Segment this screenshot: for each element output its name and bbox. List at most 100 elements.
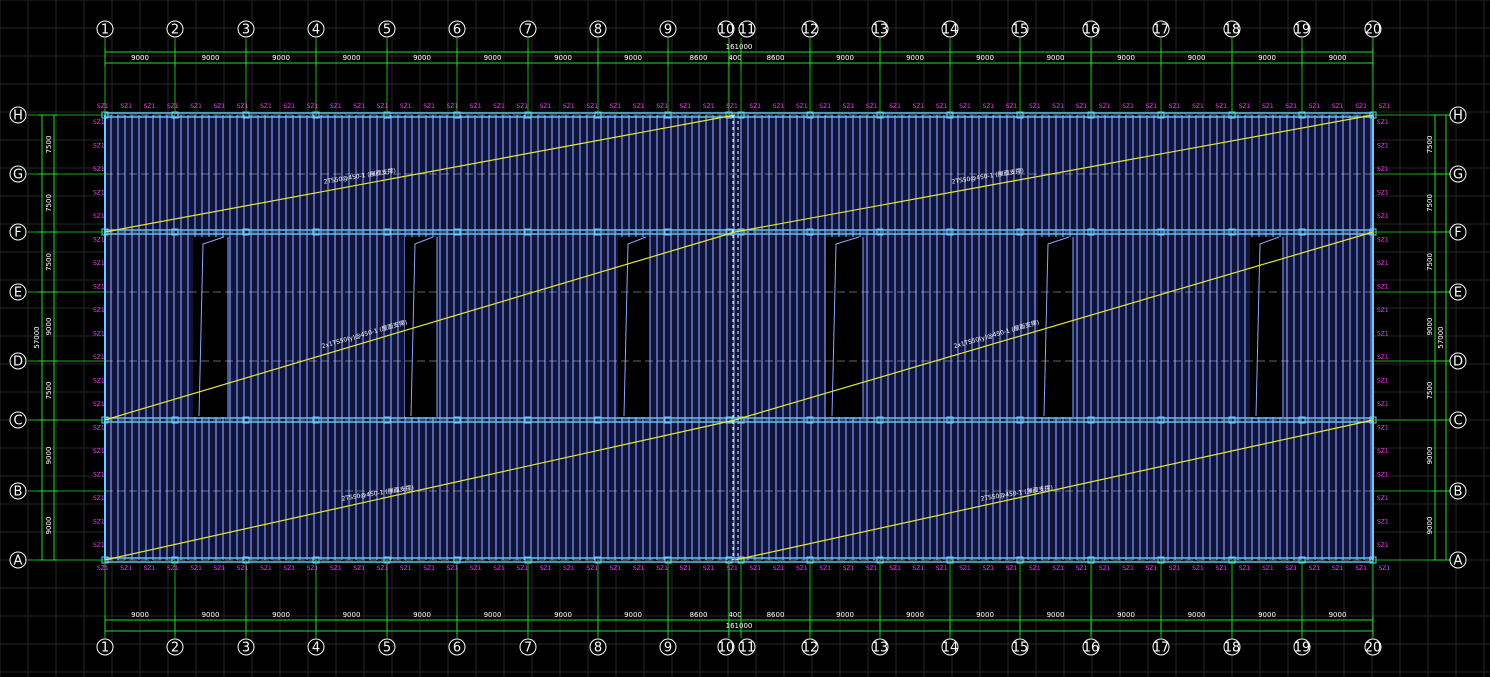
member-tag: SZ1 <box>93 378 105 385</box>
purlin-lines <box>105 115 1373 560</box>
member-tag: SZ1 <box>1192 103 1204 110</box>
column-axis-top-label: 9 <box>664 23 672 38</box>
column-axis-top-label: 5 <box>383 23 391 38</box>
member-tag: SZ1 <box>330 565 342 572</box>
member-tag: SZ1 <box>796 103 808 110</box>
member-tag: SZ1 <box>889 565 901 572</box>
dimension-text: 7500 <box>45 253 53 271</box>
column-axis-top-label: 10 <box>718 23 735 38</box>
member-tag: SZ1 <box>1146 565 1158 572</box>
row-axis-right-label: F <box>1454 226 1461 241</box>
dimension-text: 9000 <box>45 517 53 535</box>
member-tag: SZ1 <box>1377 331 1389 338</box>
dimension-text: 8600 <box>767 611 785 619</box>
member-tag: SZ1 <box>773 565 785 572</box>
dimension-text: 9000 <box>1117 54 1135 62</box>
dimension-text: 8600 <box>767 54 785 62</box>
column-axis-bottom-label: 14 <box>942 641 959 656</box>
member-tag: SZ1 <box>447 565 459 572</box>
dimension-text: 9000 <box>1047 611 1065 619</box>
member-tag: SZ1 <box>93 542 105 549</box>
column-axis-top-label: 3 <box>242 23 250 38</box>
member-tag: SZ1 <box>144 565 156 572</box>
column-axis-bottom-label: 16 <box>1083 641 1100 656</box>
member-tag: SZ1 <box>1215 565 1227 572</box>
row-axis-right-label: C <box>1453 414 1462 429</box>
dimension-text: 9000 <box>413 54 431 62</box>
dimension-text: 9000 <box>554 611 572 619</box>
member-tag: SZ1 <box>726 565 738 572</box>
column-axis-bottom-label: 17 <box>1153 641 1170 656</box>
member-tag: SZ1 <box>353 103 365 110</box>
member-tag: SZ1 <box>959 103 971 110</box>
opening <box>405 237 437 417</box>
column-axis-bottom-label: 5 <box>383 641 391 656</box>
member-tag: SZ1 <box>843 565 855 572</box>
dimension-text: 400 <box>728 54 741 62</box>
member-tag: SZ1 <box>237 565 249 572</box>
total-dimension-text: 57000 <box>33 326 41 348</box>
member-tag: SZ1 <box>93 425 105 432</box>
column-axis-bottom-label: 15 <box>1012 641 1029 656</box>
column-axis-top-label: 1 <box>101 23 109 38</box>
member-tag: SZ1 <box>936 103 948 110</box>
member-tag: SZ1 <box>610 565 622 572</box>
member-tag: SZ1 <box>1377 260 1389 267</box>
member-tag: SZ1 <box>120 565 132 572</box>
member-tag: SZ1 <box>703 565 715 572</box>
member-tag: SZ1 <box>819 565 831 572</box>
dimension-text: 8600 <box>690 54 708 62</box>
dimension-text: 9000 <box>272 54 290 62</box>
member-tag: SZ1 <box>773 103 785 110</box>
member-tag: SZ1 <box>1006 565 1018 572</box>
member-tag: SZ1 <box>1379 103 1391 110</box>
member-tag: SZ1 <box>889 103 901 110</box>
dimension-text: 9000 <box>1258 611 1276 619</box>
member-tag: SZ1 <box>1122 103 1134 110</box>
column-axis-top-label: 12 <box>802 23 819 38</box>
member-tag: SZ1 <box>167 565 179 572</box>
column-axis-bottom-label: 18 <box>1224 641 1241 656</box>
column-axis-top-label: 20 <box>1365 23 1382 38</box>
member-tag: SZ1 <box>1377 119 1389 126</box>
member-tag: SZ1 <box>1379 565 1391 572</box>
dimension-text: 9000 <box>906 611 924 619</box>
dimension-text: 9000 <box>343 54 361 62</box>
dimension-text: 9000 <box>343 611 361 619</box>
roof-panel-fill <box>105 115 1373 560</box>
column-axis-bottom-label: 1 <box>101 641 109 656</box>
dimension-text: 7500 <box>45 194 53 212</box>
dimension-text: 9000 <box>1329 611 1347 619</box>
dimension-text: 9000 <box>1188 54 1206 62</box>
member-tag: SZ1 <box>1169 565 1181 572</box>
member-tag: SZ1 <box>540 103 552 110</box>
column-axis-bottom-label: 10 <box>718 641 735 656</box>
member-tag: SZ1 <box>1285 565 1297 572</box>
member-tag: SZ1 <box>330 103 342 110</box>
member-tag: SZ1 <box>93 331 105 338</box>
column-axis-top-label: 16 <box>1083 23 1100 38</box>
member-tag: SZ1 <box>1355 103 1367 110</box>
member-tag: SZ1 <box>93 119 105 126</box>
member-tag: SZ1 <box>283 103 295 110</box>
member-tag: SZ1 <box>1099 103 1111 110</box>
member-tag: SZ1 <box>843 103 855 110</box>
dimension-text: 9000 <box>1329 54 1347 62</box>
member-tag: SZ1 <box>423 103 435 110</box>
member-tag: SZ1 <box>423 565 435 572</box>
row-axis-right-label: E <box>1454 286 1462 301</box>
member-tag: SZ1 <box>1262 565 1274 572</box>
member-tag: SZ1 <box>93 284 105 291</box>
member-tag: SZ1 <box>1377 495 1389 502</box>
column-axis-bottom-label: 2 <box>171 641 179 656</box>
dimension-text: 9000 <box>836 54 854 62</box>
member-tag: SZ1 <box>470 103 482 110</box>
member-tag: SZ1 <box>1239 103 1251 110</box>
dimension-text: 9000 <box>45 318 53 336</box>
member-tag: SZ1 <box>913 565 925 572</box>
column-axis-bottom-label: 19 <box>1294 641 1311 656</box>
opening <box>193 237 228 417</box>
column-axis-bottom-label: 6 <box>453 641 461 656</box>
column-axis-top-label: 2 <box>171 23 179 38</box>
column-axis-top-label: 17 <box>1153 23 1170 38</box>
